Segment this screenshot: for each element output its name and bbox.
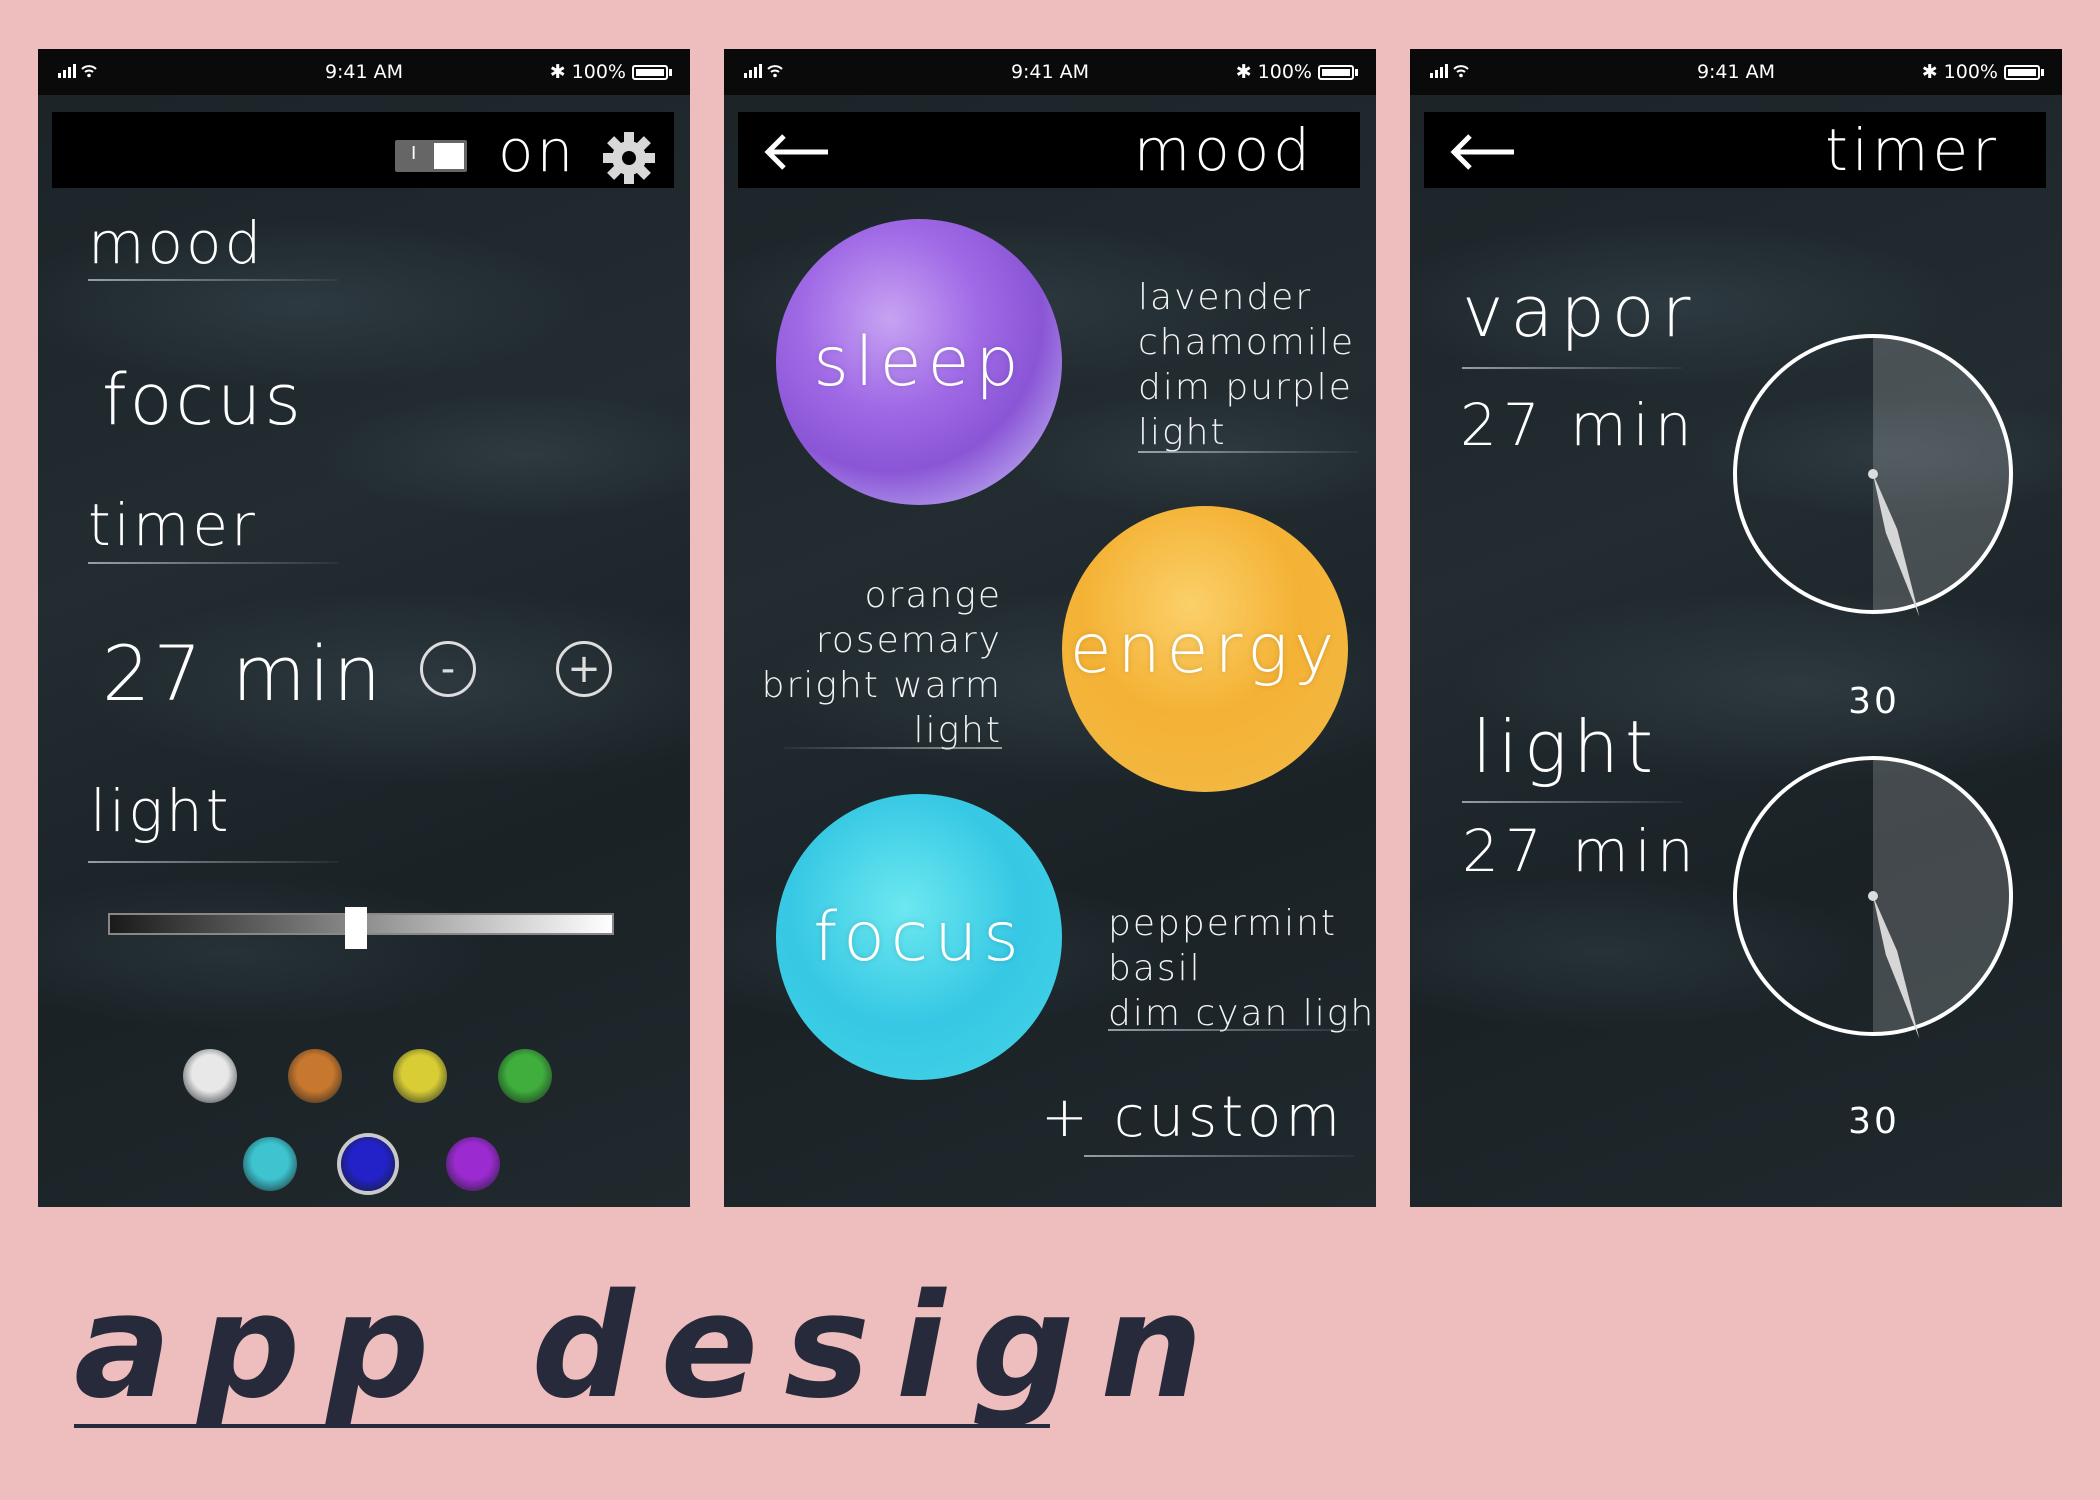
vapor-dial-number: 30: [1848, 681, 1900, 722]
color-swatch-cyan[interactable]: [243, 1137, 297, 1191]
light-divider: [88, 861, 338, 863]
back-arrow-icon[interactable]: [762, 132, 832, 176]
dial-center: [1868, 891, 1878, 901]
header-bar: mood: [738, 112, 1360, 188]
desc-line: light: [1138, 412, 1227, 453]
desc-line: lavender: [1138, 277, 1313, 318]
energy-description: orange rosemary bright warm light: [762, 573, 1002, 753]
color-swatch-green[interactable]: [498, 1049, 552, 1103]
brightness-slider-thumb[interactable]: [345, 907, 368, 949]
desc-line: rosemary: [815, 620, 1002, 661]
timer-heading: timer: [88, 491, 258, 559]
bluetooth-icon: ✱: [1921, 61, 1938, 83]
battery-percent: 100%: [1257, 61, 1312, 83]
sleep-mood-button[interactable]: sleep: [776, 219, 1062, 505]
desc-line: peppermint: [1108, 903, 1338, 944]
color-swatch-purple[interactable]: [446, 1137, 500, 1191]
home-screen: 9:41 AM ✱ 100% on mood focus timer 27 mi…: [38, 49, 690, 1207]
battery-icon: [2004, 64, 2040, 80]
light-duration: 27 min: [1462, 817, 1700, 885]
increase-timer-button[interactable]: +: [556, 641, 612, 697]
vapor-divider: [1462, 367, 1682, 369]
light-dial-number: 30: [1848, 1101, 1900, 1142]
mood-value[interactable]: focus: [102, 359, 304, 441]
add-custom-mood-button[interactable]: + custom: [1041, 1085, 1344, 1150]
status-bar: 9:41 AM ✱ 100%: [38, 49, 690, 95]
focus-description: peppermint basil dim cyan light: [1108, 901, 1376, 1036]
color-swatch-white[interactable]: [183, 1049, 237, 1103]
battery-percent: 100%: [571, 61, 626, 83]
color-swatch-orange[interactable]: [288, 1049, 342, 1103]
dial-fill: [1873, 334, 2013, 614]
timer-value: 27 min: [102, 629, 385, 718]
color-swatch-yellow[interactable]: [393, 1049, 447, 1103]
bluetooth-icon: ✱: [1235, 61, 1252, 83]
decrease-timer-button[interactable]: -: [420, 641, 476, 697]
mood-divider: [88, 279, 338, 281]
desc-line: dim purple: [1138, 367, 1353, 408]
bluetooth-icon: ✱: [549, 61, 566, 83]
dial-fill: [1873, 756, 2013, 1036]
power-label: on: [498, 117, 577, 185]
header-bar: [52, 112, 674, 188]
color-swatch-blue[interactable]: [341, 1137, 395, 1191]
light-timer-dial[interactable]: [1730, 753, 2016, 1039]
mood-screen: 9:41 AM ✱ 100% mood sleep lavender chamo…: [724, 49, 1376, 1207]
page-title: mood: [1133, 116, 1314, 184]
status-bar: 9:41 AM ✱ 100%: [1410, 49, 2062, 95]
status-bar: 9:41 AM ✱ 100%: [724, 49, 1376, 95]
back-arrow-icon[interactable]: [1448, 132, 1518, 176]
sleep-divider: [1138, 451, 1358, 453]
timer-screen: 9:41 AM ✱ 100% timer vapor 27 min 30 lig…: [1410, 49, 2062, 1207]
footer-underline: [74, 1424, 1050, 1428]
focus-mood-button[interactable]: focus: [776, 794, 1062, 1080]
vapor-duration: 27 min: [1460, 391, 1698, 459]
mood-heading: mood: [88, 209, 265, 277]
desc-line: basil: [1108, 948, 1202, 989]
sleep-description: lavender chamomile dim purple light: [1138, 275, 1355, 455]
gear-icon[interactable]: [602, 131, 656, 189]
dial-center: [1868, 469, 1878, 479]
focus-divider: [1108, 1029, 1358, 1031]
power-toggle[interactable]: [395, 140, 467, 172]
energy-divider: [784, 747, 1002, 749]
battery-icon: [632, 64, 668, 80]
page-title: timer: [1825, 116, 2000, 184]
energy-mood-button[interactable]: energy: [1062, 506, 1348, 792]
desc-line: orange: [864, 575, 1002, 616]
battery-percent: 100%: [1943, 61, 1998, 83]
vapor-timer-dial[interactable]: [1730, 331, 2016, 617]
timer-divider: [88, 562, 338, 564]
desc-line: chamomile: [1138, 322, 1355, 363]
header-bar: timer: [1424, 112, 2046, 188]
light-divider: [1462, 801, 1682, 803]
desc-line: bright warm: [761, 665, 1002, 706]
footer-title: app design: [74, 1262, 1229, 1430]
light-heading: light: [1472, 705, 1660, 789]
custom-divider: [1084, 1155, 1354, 1157]
battery-icon: [1318, 64, 1354, 80]
light-heading: light: [90, 777, 232, 845]
vapor-heading: vapor: [1462, 271, 1698, 353]
